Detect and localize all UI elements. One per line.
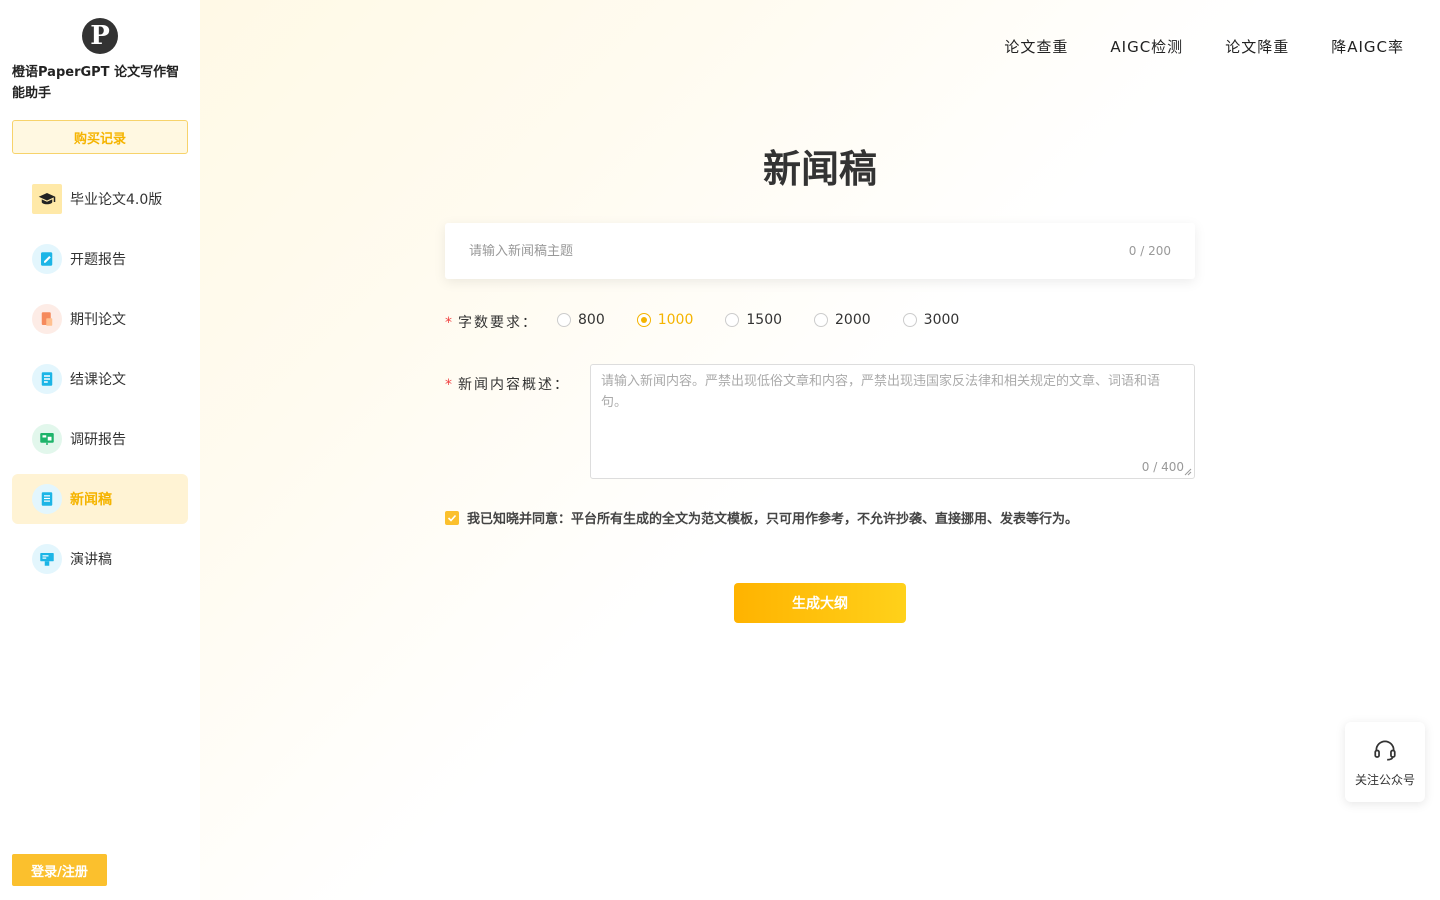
headset-icon bbox=[1374, 739, 1396, 761]
radio-dot bbox=[557, 313, 571, 327]
app-root: P 橙语PaperGPT 论文写作智能助手 购买记录 毕业论文4.0版 开题报告 bbox=[0, 0, 1440, 900]
word-option-1000[interactable]: 1000 bbox=[636, 312, 694, 328]
radio-label: 1000 bbox=[657, 312, 694, 328]
sidebar-item-label: 新闻稿 bbox=[70, 492, 112, 508]
word-option-800[interactable]: 800 bbox=[557, 312, 605, 328]
speech-podium-icon bbox=[32, 544, 62, 574]
graduation-cap-icon bbox=[32, 184, 62, 214]
sidebar-menu: 毕业论文4.0版 开题报告 期刊论文 结课论文 调研报告 新闻稿 演讲稿 bbox=[12, 174, 188, 584]
word-count-label: * 字数要求： bbox=[445, 312, 538, 332]
word-option-1500[interactable]: 1500 bbox=[725, 312, 782, 328]
radio-label: 1500 bbox=[746, 312, 783, 328]
sidebar-item-course-paper[interactable]: 结课论文 bbox=[12, 354, 188, 404]
sidebar-item-journal-paper[interactable]: 期刊论文 bbox=[12, 294, 188, 344]
sidebar: P 橙语PaperGPT 论文写作智能助手 购买记录 毕业论文4.0版 开题报告 bbox=[0, 0, 200, 900]
radio-label: 3000 bbox=[923, 312, 960, 328]
sidebar-item-research-report[interactable]: 调研报告 bbox=[12, 414, 188, 464]
news-document-icon bbox=[32, 484, 62, 514]
main-content: 论文查重 AIGC检测 论文降重 降AIGC率 新闻稿 0 / 200 *字数要… bbox=[200, 0, 1440, 900]
sidebar-item-proposal-report[interactable]: 开题报告 bbox=[12, 234, 188, 284]
top-nav: 论文查重 AIGC检测 论文降重 降AIGC率 bbox=[1004, 36, 1404, 57]
radio-label: 2000 bbox=[835, 312, 871, 328]
word-option-2000[interactable]: 2000 bbox=[814, 312, 871, 328]
login-register-button[interactable]: 登录/注册 bbox=[12, 854, 107, 886]
resize-handle-icon[interactable] bbox=[1184, 468, 1192, 476]
radio-dot bbox=[814, 313, 829, 327]
nav-reduce-aigc-rate[interactable]: 降AIGC率 bbox=[1331, 36, 1404, 57]
agreement-row: 我已知晓并同意：平台所有生成的全文为范文模板，只可用作参考，不允许抄袭、直接挪用… bbox=[445, 508, 1078, 527]
content-summary-label-text: 新闻内容概述： bbox=[458, 377, 570, 393]
nav-aigc-detection[interactable]: AIGC检测 bbox=[1110, 36, 1183, 57]
word-count-label-text: 字数要求： bbox=[458, 315, 538, 331]
content-summary-field: 0 / 400 bbox=[590, 364, 1195, 479]
content-summary-label: * 新闻内容概述： bbox=[445, 374, 570, 394]
topic-input[interactable] bbox=[469, 243, 1129, 259]
sidebar-item-label: 调研报告 bbox=[70, 432, 126, 448]
sidebar-item-label: 结课论文 bbox=[70, 372, 126, 388]
word-option-3000[interactable]: 3000 bbox=[902, 312, 960, 328]
sidebar-item-label: 演讲稿 bbox=[70, 552, 112, 568]
sidebar-item-graduation-thesis[interactable]: 毕业论文4.0版 bbox=[12, 174, 188, 224]
purchase-records-button[interactable]: 购买记录 bbox=[12, 120, 188, 154]
agree-checkbox[interactable] bbox=[445, 510, 459, 525]
journal-icon bbox=[32, 304, 62, 334]
content-summary-textarea[interactable] bbox=[591, 365, 1194, 478]
generate-outline-button[interactable]: 生成大纲 bbox=[734, 583, 906, 623]
sidebar-item-press-release[interactable]: 新闻稿 bbox=[12, 474, 188, 524]
content-counter: 0 / 400 bbox=[1141, 460, 1184, 474]
sidebar-item-label: 期刊论文 bbox=[70, 312, 126, 328]
presentation-chart-icon bbox=[32, 424, 62, 454]
radio-label: 800 bbox=[578, 312, 605, 328]
radio-dot bbox=[902, 313, 917, 327]
check-icon bbox=[447, 514, 457, 522]
required-mark: * bbox=[445, 315, 454, 331]
required-mark: * bbox=[445, 377, 454, 393]
nav-rewrite-reduce[interactable]: 论文降重 bbox=[1225, 36, 1289, 57]
agreement-text: 我已知晓并同意：平台所有生成的全文为范文模板，只可用作参考，不允许抄袭、直接挪用… bbox=[467, 512, 1079, 527]
page-title: 新闻稿 bbox=[762, 147, 877, 191]
follow-official-account-widget[interactable]: 关注公众号 bbox=[1345, 722, 1425, 802]
radio-dot bbox=[725, 313, 740, 327]
radio-dot bbox=[636, 313, 651, 327]
report-edit-icon bbox=[32, 244, 62, 274]
topic-field: 0 / 200 bbox=[445, 223, 1195, 279]
nav-plagiarism-check[interactable]: 论文查重 bbox=[1004, 36, 1068, 57]
sidebar-item-speech[interactable]: 演讲稿 bbox=[12, 534, 188, 584]
word-count-options: 800 1000 1500 2000 3000 bbox=[557, 312, 959, 328]
follow-label: 关注公众号 bbox=[1354, 772, 1415, 787]
brand-name: 橙语PaperGPT 论文写作智能助手 bbox=[12, 65, 180, 101]
document-list-icon bbox=[32, 364, 62, 394]
sidebar-item-label: 毕业论文4.0版 bbox=[70, 192, 163, 208]
logo-icon: P bbox=[82, 18, 118, 54]
sidebar-item-label: 开题报告 bbox=[70, 252, 126, 268]
topic-counter: 0 / 200 bbox=[1128, 244, 1171, 258]
